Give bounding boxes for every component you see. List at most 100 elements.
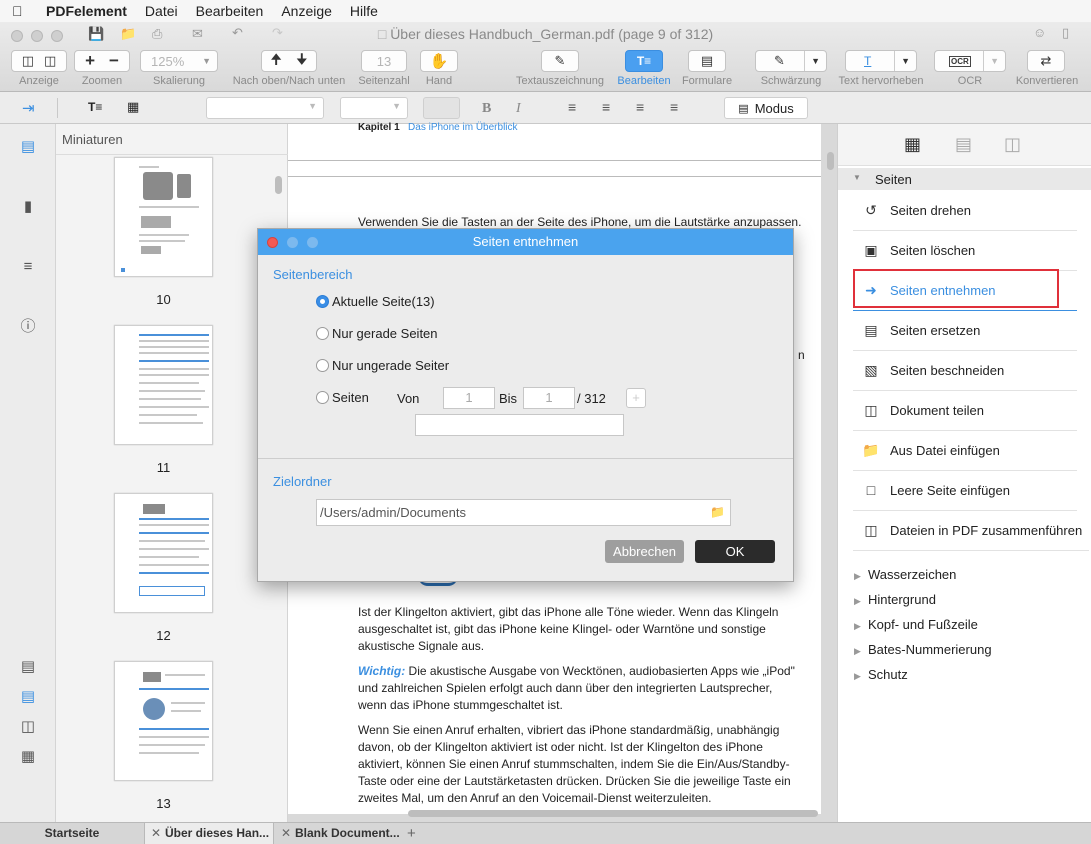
item-combine-files[interactable]: ◫ Dateien in PDF zusammenführen [853, 511, 1089, 551]
add-text-icon[interactable]: T≡ [88, 100, 102, 114]
grid-view-icon[interactable]: ▦ [19, 748, 37, 766]
menu-bearbeiten[interactable]: Bearbeiten [196, 3, 264, 19]
apple-icon[interactable]:  [12, 3, 30, 19]
from-page-input[interactable]: 1 [443, 387, 495, 409]
new-tab-button[interactable]: + [407, 823, 421, 844]
info-icon[interactable]: ⓘ [19, 318, 37, 336]
menu-app-name[interactable]: PDFelement [46, 3, 127, 19]
single-page-icon[interactable]: ◫ [22, 53, 34, 69]
to-page-input[interactable]: 1 [523, 387, 575, 409]
thumbnail-page-12[interactable] [114, 493, 213, 613]
mail-icon[interactable]: ✉ [192, 26, 203, 42]
zoom-in-icon[interactable]: + [85, 51, 95, 71]
bold-button[interactable]: B [482, 101, 491, 117]
folder-icon[interactable]: 📁 [710, 500, 725, 525]
chevron-down-icon[interactable]: ▼ [990, 56, 999, 66]
mode-button[interactable]: ▤ Modus [724, 97, 808, 119]
convert-button[interactable]: ⇄ [1027, 50, 1065, 72]
document-icon[interactable]: ▤ [955, 134, 972, 155]
thumbnail-page-10[interactable] [114, 157, 213, 277]
zoom-select[interactable]: 125% ▼ [140, 50, 218, 72]
redo-icon[interactable]: ↷ [272, 25, 283, 41]
chevron-down-icon[interactable]: ▼ [901, 56, 910, 66]
redact-button[interactable]: ✎ ▼ [755, 50, 827, 72]
folder-path-input[interactable]: /Users/admin/Documents 📁 [316, 499, 731, 526]
font-color-swatch[interactable] [423, 97, 460, 119]
arrow-down-icon[interactable]: 🠋 [296, 49, 308, 73]
dialog-close-button[interactable] [267, 237, 278, 248]
two-page-view-icon[interactable]: ◫ [19, 718, 37, 736]
bookmark-icon[interactable]: ▮ [19, 198, 37, 216]
arrow-up-icon[interactable]: 🠉 [270, 49, 282, 73]
add-range-button[interactable]: + [626, 388, 646, 408]
item-header-footer[interactable]: ▶ Kopf- und Fußzeile [854, 617, 978, 632]
item-split-document[interactable]: ◫ Dokument teilen [853, 391, 1077, 431]
document-scrollbar[interactable] [827, 152, 834, 170]
item-delete-pages[interactable]: ▣ Seiten löschen [853, 231, 1077, 271]
thumbnail-page-13[interactable] [114, 661, 213, 781]
forms-button[interactable]: ▤ [688, 50, 726, 72]
undo-icon[interactable]: ↶ [232, 25, 243, 41]
page-number-input[interactable]: 13 [361, 50, 407, 72]
continuous-view-icon[interactable]: ▤ [19, 688, 37, 706]
chevron-down-icon[interactable]: ▼ [811, 56, 820, 66]
folder-icon[interactable]: 📁 [120, 26, 136, 42]
radio-odd-pages[interactable]: Nur ungerade Seiter [316, 358, 449, 373]
thumbnail-scrollbar[interactable] [275, 176, 282, 194]
hand-tool-button[interactable]: ✋ [420, 50, 458, 72]
menu-datei[interactable]: Datei [145, 3, 178, 19]
edit-button[interactable]: T≡ [625, 50, 663, 72]
save-icon[interactable]: 💾 [88, 26, 104, 42]
close-tab-icon[interactable]: ✕ [151, 823, 161, 844]
zoom-buttons[interactable]: + − [74, 50, 130, 72]
tab-handbuch[interactable]: ✕ Über dieses Han... [144, 823, 274, 844]
single-page-view-icon[interactable]: ▤ [19, 658, 37, 676]
device-icon[interactable]: ▯ [1062, 25, 1069, 41]
select-cursor-icon[interactable]: ⇥ [22, 99, 35, 117]
print-icon[interactable]: ⎙ [152, 26, 162, 42]
ocr-button[interactable]: OCR ▼ [934, 50, 1006, 72]
document-hscrollbar[interactable] [408, 810, 818, 817]
item-insert-blank-page[interactable]: □ Leere Seite einfügen [853, 471, 1077, 511]
menu-hilfe[interactable]: Hilfe [350, 3, 378, 19]
outline-icon[interactable]: ≡ [19, 258, 37, 276]
radio-current-page[interactable]: Aktuelle Seite(13) [316, 294, 435, 309]
item-watermark[interactable]: ▶ Wasserzeichen [854, 567, 956, 582]
item-replace-pages[interactable]: ▤ Seiten ersetzen [853, 311, 1077, 351]
page-organize-icon[interactable]: ▦ [904, 134, 921, 155]
double-page-icon[interactable]: ◫ [44, 53, 56, 69]
item-rotate-pages[interactable]: ↺ Seiten drehen [853, 191, 1077, 231]
font-size-select[interactable]: ▼ [340, 97, 408, 119]
radio-page-range[interactable]: Seiten [316, 390, 369, 405]
highlight-button[interactable]: T ▼ [845, 50, 917, 72]
properties-icon[interactable]: ◫ [1004, 134, 1021, 155]
align-center-icon[interactable]: ≡ [602, 99, 610, 115]
menu-anzeige[interactable]: Anzeige [281, 3, 332, 19]
thumbnail-page-11[interactable] [114, 325, 213, 445]
align-justify-icon[interactable]: ≡ [670, 99, 678, 115]
thumbnails-icon[interactable]: ▤ [19, 138, 37, 156]
italic-button[interactable]: I [516, 101, 521, 117]
markup-button[interactable]: ✎ [541, 50, 579, 72]
item-insert-from-file[interactable]: 📁 Aus Datei einfügen [853, 431, 1077, 471]
account-icon[interactable]: ☺ [1033, 25, 1046, 40]
item-crop-pages[interactable]: ▧ Seiten beschneiden [853, 351, 1077, 391]
tab-startseite[interactable]: Startseite [0, 823, 144, 844]
item-protection[interactable]: ▶ Schutz [854, 667, 908, 682]
item-background[interactable]: ▶ Hintergrund [854, 592, 936, 607]
custom-range-input[interactable] [415, 414, 624, 436]
align-left-icon[interactable]: ≡ [568, 99, 576, 115]
view-toggle[interactable]: ◫ ◫ [11, 50, 67, 72]
page-nav-buttons[interactable]: 🠉 🠋 [261, 50, 317, 72]
zoom-out-icon[interactable]: − [109, 51, 119, 71]
align-right-icon[interactable]: ≡ [636, 99, 644, 115]
ok-button[interactable]: OK [695, 540, 775, 563]
pages-section-header[interactable]: ▼ Seiten [838, 168, 1091, 190]
radio-even-pages[interactable]: Nur gerade Seiten [316, 326, 438, 341]
close-tab-icon[interactable]: ✕ [281, 823, 291, 844]
font-family-select[interactable]: ▼ [206, 97, 324, 119]
add-image-icon[interactable]: ▦ [127, 99, 139, 115]
cancel-button[interactable]: Abbrechen [605, 540, 684, 563]
item-bates-numbering[interactable]: ▶ Bates-Nummerierung [854, 642, 992, 657]
tab-blank-document[interactable]: ✕ Blank Document... [274, 823, 402, 844]
